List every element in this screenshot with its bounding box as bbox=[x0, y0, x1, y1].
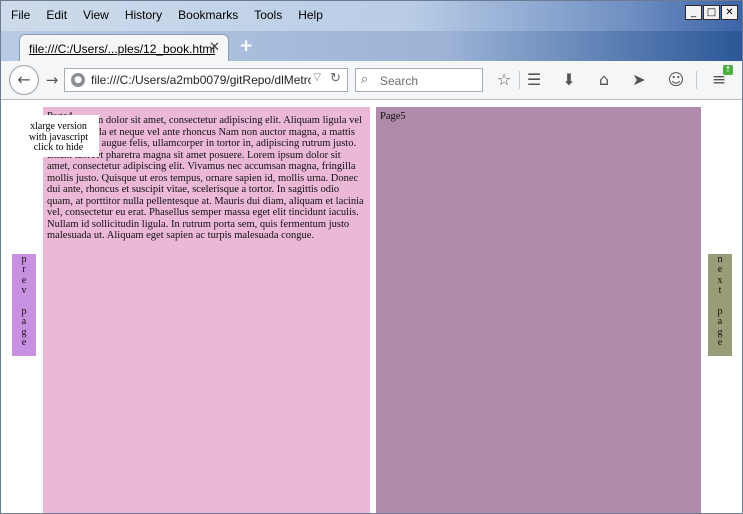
next-char: e bbox=[717, 337, 723, 349]
menu-edit[interactable]: Edit bbox=[46, 8, 67, 22]
page-content: Page4 Lorem ipsum dolor sit amet, consec… bbox=[1, 100, 742, 513]
back-button[interactable]: ← bbox=[9, 65, 39, 95]
menu-list: File Edit View History Bookmarks Tools H… bbox=[11, 8, 339, 22]
reload-icon[interactable]: ↻ bbox=[330, 71, 341, 86]
new-tab-button[interactable]: + bbox=[239, 36, 253, 56]
close-window-button[interactable]: ✕ bbox=[721, 5, 738, 20]
download-icon[interactable]: ⬇ bbox=[559, 70, 579, 90]
menu-help[interactable]: Help bbox=[298, 8, 323, 22]
tab-close-icon[interactable]: ✕ bbox=[209, 40, 220, 55]
tab-title: file:///C:/Users/...ples/12_book.html bbox=[29, 42, 216, 56]
menu-bookmarks[interactable]: Bookmarks bbox=[178, 8, 238, 22]
toolbar-separator bbox=[519, 71, 520, 89]
menu-bar: File Edit View History Bookmarks Tools H… bbox=[1, 1, 742, 31]
tooltip-line: xlarge version bbox=[30, 121, 87, 132]
next-page-button[interactable]: n e x t p a g e bbox=[708, 254, 732, 356]
search-box[interactable]: ⌕ Search bbox=[355, 68, 483, 92]
tooltip-line: click to hide bbox=[33, 142, 84, 153]
globe-icon: ● bbox=[71, 73, 85, 87]
maximize-button[interactable]: □ bbox=[703, 5, 720, 20]
bookmark-star-icon[interactable]: ☆ bbox=[494, 70, 514, 90]
menu-view[interactable]: View bbox=[83, 8, 109, 22]
prev-char: e bbox=[21, 337, 27, 349]
menu-tools[interactable]: Tools bbox=[254, 8, 282, 22]
home-icon[interactable]: ⌂ bbox=[594, 70, 614, 90]
url-dropdown-icon[interactable]: ▽ bbox=[313, 72, 321, 83]
back-arrow-icon: ← bbox=[17, 70, 31, 89]
menu-file[interactable]: File bbox=[11, 8, 30, 22]
search-placeholder: Search bbox=[380, 74, 419, 88]
browser-window: File Edit View History Bookmarks Tools H… bbox=[0, 0, 743, 514]
window-controls: _ □ ✕ bbox=[685, 5, 738, 20]
url-bar[interactable]: ● file:///C:/Users/a2mb0079/gitRepo/dlMe… bbox=[64, 68, 348, 92]
reading-list-icon[interactable]: ☰ bbox=[524, 70, 544, 90]
book-page-right: Page5 bbox=[376, 107, 701, 513]
minimize-button[interactable]: _ bbox=[685, 5, 702, 20]
search-icon: ⌕ bbox=[361, 72, 369, 87]
smiley-icon[interactable]: ☺ bbox=[666, 70, 686, 90]
tab-active[interactable]: file:///C:/Users/...ples/12_book.html ✕ bbox=[19, 34, 229, 61]
nav-toolbar: ← → ● file:///C:/Users/a2mb0079/gitRepo/… bbox=[1, 61, 742, 100]
book-page-left: Page4 Lorem ipsum dolor sit amet, consec… bbox=[43, 107, 370, 513]
send-icon[interactable]: ➤ bbox=[629, 70, 649, 90]
url-text[interactable]: file:///C:/Users/a2mb0079/gitRepo/dlMetr… bbox=[91, 73, 311, 87]
tab-strip: file:///C:/Users/...ples/12_book.html ✕ … bbox=[1, 31, 742, 61]
menu-history[interactable]: History bbox=[125, 8, 162, 22]
forward-button[interactable]: → bbox=[41, 69, 63, 91]
forward-arrow-icon: → bbox=[45, 71, 59, 89]
toolbar-separator bbox=[696, 71, 697, 89]
prev-page-button[interactable]: p r e v p a g e bbox=[12, 254, 36, 356]
prev-char: v bbox=[21, 285, 27, 297]
xlarge-tooltip[interactable]: xlarge version with javascript click to … bbox=[18, 115, 99, 157]
right-page-title: Page5 bbox=[380, 111, 406, 122]
update-badge-icon: ↑ bbox=[723, 65, 733, 75]
next-char: t bbox=[718, 285, 722, 297]
